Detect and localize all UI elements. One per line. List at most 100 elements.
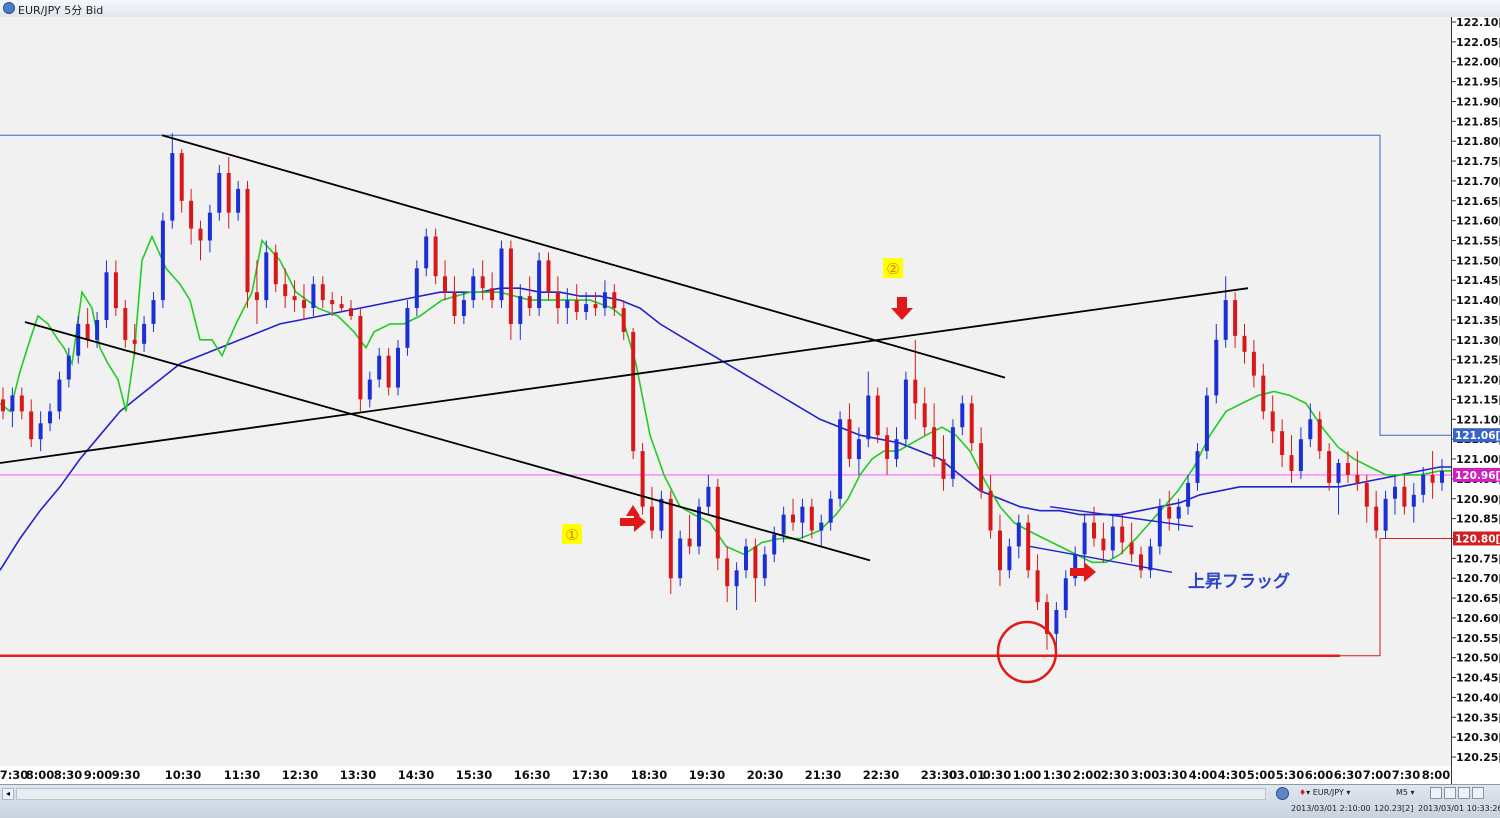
candle-body [358, 316, 363, 400]
candle-body [1327, 451, 1332, 483]
y-tick-label: 120.55[ [1456, 632, 1500, 645]
y-tick-label: 122.10[ [1456, 17, 1500, 29]
trend-line [1049, 506, 1194, 528]
candle [1421, 466, 1426, 503]
candle-body [1176, 506, 1181, 519]
candle [490, 272, 495, 309]
candle [555, 276, 560, 324]
candle-body [471, 276, 476, 301]
x-tick-label: 8:00 [26, 768, 55, 782]
candle [725, 546, 730, 603]
status-timeframe-select[interactable]: M5 ▾ [1396, 788, 1415, 797]
candle-body [903, 379, 908, 440]
candle-body [602, 292, 607, 309]
candle-body [76, 323, 81, 356]
x-tick-label: 5:00 [1247, 768, 1276, 782]
candle [160, 212, 165, 309]
x-tick-label: 7:00 [1363, 768, 1392, 782]
status-cursor-price: 120.23[2] [1374, 804, 1414, 813]
window-restore-button[interactable] [1472, 787, 1484, 799]
candle-body [1129, 542, 1134, 555]
candle-body [1242, 335, 1247, 352]
candle [349, 300, 353, 320]
candle-body [151, 300, 156, 324]
window-title: EUR/JPY 5分 Bid [18, 4, 104, 17]
y-tick-label: 121.80[ [1456, 135, 1500, 148]
candle-body [85, 323, 90, 340]
candle [236, 180, 241, 221]
candle [602, 280, 607, 316]
window-cascade-button[interactable] [1444, 787, 1456, 799]
annotation-1: ① [562, 524, 582, 544]
candle-body [687, 538, 692, 547]
status-cursor-time: 2013/03/01 2:10:00 [1291, 804, 1371, 813]
candle-body [913, 379, 918, 404]
horizontal-scrollbar[interactable] [16, 788, 1266, 800]
candle [1195, 443, 1200, 491]
candle-body [1167, 506, 1172, 519]
candle [1430, 451, 1435, 499]
candle [715, 478, 720, 571]
chart-plot-area[interactable]: ① ② 上昇フラッグ [0, 17, 1451, 766]
candle-body [894, 439, 899, 460]
candle [640, 443, 645, 515]
candle-body [386, 355, 391, 388]
candle [621, 300, 626, 340]
candle [1402, 474, 1407, 515]
candle-body [1035, 570, 1040, 603]
candle-body [1364, 482, 1369, 507]
candle-body [650, 506, 654, 531]
y-axis: 122.10[122.05[122.00[121.95[121.90[121.8… [1451, 16, 1500, 784]
candle-body [160, 220, 165, 301]
candle [461, 292, 466, 324]
candle [19, 387, 24, 420]
candle [29, 399, 34, 448]
candle-body [367, 379, 372, 400]
x-tick-label: 7:30 [1392, 768, 1421, 782]
candle [1167, 490, 1172, 531]
candle-body [1402, 486, 1407, 507]
candle [207, 204, 212, 253]
candle [1007, 538, 1012, 579]
scroll-left-button[interactable]: ◂ [2, 788, 14, 800]
status-bar: ◂ ♦▾ EUR/JPY ▾ M5 ▾ 2013/03/01 2:10:00 1… [0, 784, 1500, 818]
candle [791, 498, 795, 531]
window-minimize-button[interactable] [1458, 787, 1470, 799]
candle-body [226, 173, 231, 213]
candle [189, 188, 194, 245]
candle [1308, 403, 1313, 448]
candle [894, 427, 899, 467]
price-marker-label: 120.80[4 [1455, 533, 1500, 545]
candle-body [1355, 474, 1360, 483]
candle [170, 133, 175, 229]
candle-body [508, 248, 513, 324]
scroll-position-knob[interactable] [1276, 787, 1289, 800]
candle-body [311, 284, 316, 308]
y-tick-label: 120.25[ [1456, 751, 1500, 764]
candle-body [66, 355, 71, 380]
x-tick-label: 1:00 [1013, 768, 1042, 782]
candle-body [113, 272, 118, 309]
candle-body [179, 153, 184, 201]
candle [772, 526, 777, 563]
candle [650, 486, 654, 539]
candle-body [800, 506, 805, 523]
candle-body [302, 300, 306, 308]
y-tick-label: 121.50[ [1456, 254, 1500, 267]
y-tick-label: 120.60[ [1456, 612, 1500, 625]
candle [1393, 474, 1397, 515]
candle [302, 284, 306, 320]
status-symbol-select[interactable]: ♦▾ EUR/JPY ▾ [1299, 788, 1350, 797]
candle-body [283, 284, 288, 297]
window-tile-button[interactable] [1430, 787, 1442, 799]
chart-canvas[interactable]: ① ② 上昇フラッグ [0, 17, 1451, 766]
candle-body [1186, 482, 1191, 507]
candle [518, 284, 523, 340]
candle-body [762, 554, 767, 579]
candle-body [273, 252, 278, 285]
candle-body [584, 304, 589, 312]
x-tick-label: 19:30 [689, 768, 726, 782]
candle-body [1092, 522, 1096, 539]
candle [1298, 427, 1303, 479]
candle-body [1082, 522, 1087, 555]
